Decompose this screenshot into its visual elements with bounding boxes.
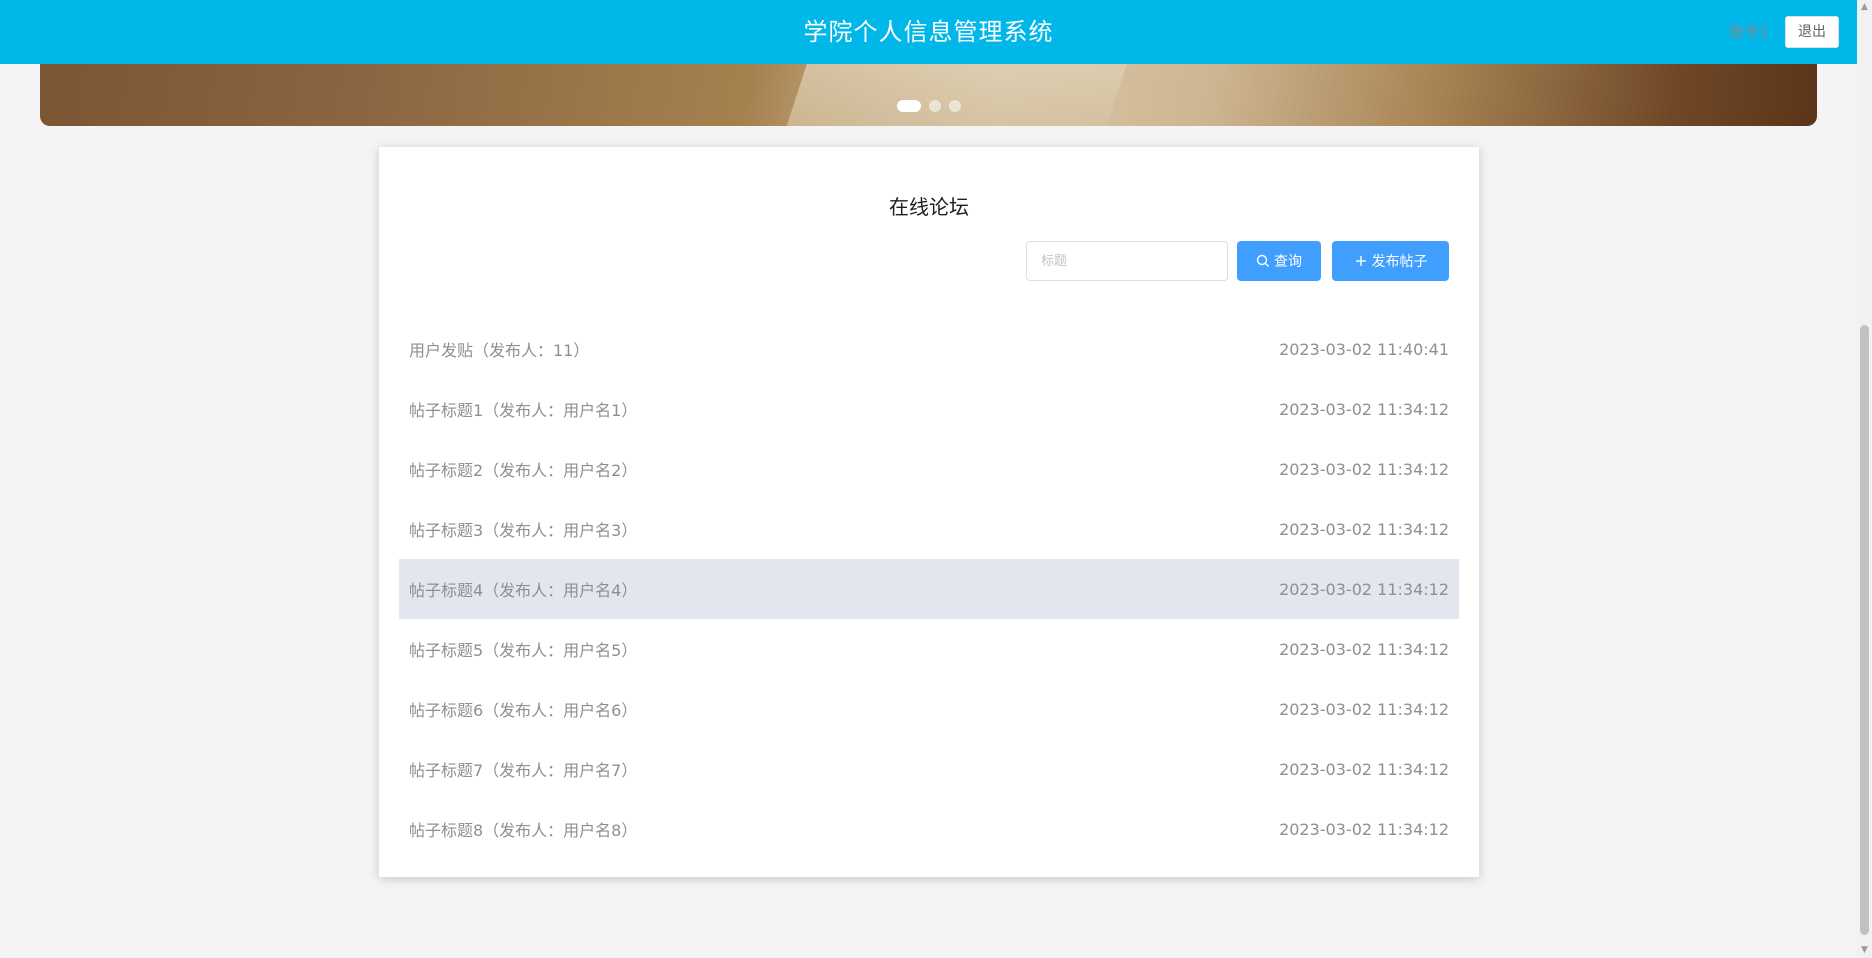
post-title: 帖子标题7（发布人：用户名7） [409,761,638,780]
carousel-dot-3[interactable] [949,100,961,112]
post-list: 用户发贴（发布人：11） 2023-03-02 11:40:41 帖子标题1（发… [399,319,1459,859]
post-time: 2023-03-02 11:34:12 [1279,639,1449,659]
search-icon [1256,254,1269,267]
post-item[interactable]: 帖子标题1（发布人：用户名1） 2023-03-02 11:34:12 [399,379,1459,439]
carousel-dot-1[interactable] [897,100,921,112]
app-title: 学院个人信息管理系统 [803,18,1054,46]
forum-title: 在线论坛 [889,195,969,219]
post-time: 2023-03-02 11:34:12 [1279,519,1449,539]
post-title: 帖子标题2（发布人：用户名2） [409,461,638,480]
post-item[interactable]: 用户发贴（发布人：11） 2023-03-02 11:40:41 [399,319,1459,379]
post-time: 2023-03-02 11:34:12 [1279,459,1449,479]
page-scrollbar[interactable]: ▲ ▼ [1857,0,1872,958]
post-title: 帖子标题1（发布人：用户名1） [409,401,638,420]
post-title: 帖子标题5（发布人：用户名5） [409,641,638,660]
scroll-down-arrow-icon[interactable]: ▼ [1857,943,1872,958]
post-item[interactable]: 帖子标题2（发布人：用户名2） 2023-03-02 11:34:12 [399,439,1459,499]
post-title: 帖子标题8（发布人：用户名8） [409,821,638,840]
search-button[interactable]: 查询 [1237,241,1321,281]
plus-icon [1355,256,1366,266]
publish-post-button[interactable]: 发布帖子 [1332,241,1449,281]
post-time: 2023-03-02 11:34:12 [1279,579,1449,599]
search-button-label: 查询 [1274,254,1302,270]
carousel-indicators [897,100,961,112]
post-item[interactable]: 帖子标题7（发布人：用户名7） 2023-03-02 11:34:12 [399,739,1459,799]
top-navbar: 学院个人信息管理系统 账号1 退出 [0,0,1857,64]
post-item-hovered[interactable]: 帖子标题4（发布人：用户名4） 2023-03-02 11:34:12 [399,559,1459,619]
scrollbar-thumb[interactable] [1860,325,1869,935]
carousel-dot-2[interactable] [929,100,941,112]
post-time: 2023-03-02 11:40:41 [1279,339,1449,359]
logout-button[interactable]: 退出 [1785,16,1839,48]
post-item[interactable]: 帖子标题8（发布人：用户名8） 2023-03-02 11:34:12 [399,799,1459,859]
post-title: 用户发贴（发布人：11） [409,341,590,360]
post-time: 2023-03-02 11:34:12 [1279,819,1449,839]
post-time: 2023-03-02 11:34:12 [1279,399,1449,419]
post-item[interactable]: 帖子标题6（发布人：用户名6） 2023-03-02 11:34:12 [399,679,1459,739]
post-title: 帖子标题4（发布人：用户名4） [409,581,638,600]
scroll-up-arrow-icon[interactable]: ▲ [1857,0,1872,15]
title-search-input[interactable] [1026,241,1228,281]
post-time: 2023-03-02 11:34:12 [1279,699,1449,719]
post-title: 帖子标题3（发布人：用户名3） [409,521,638,540]
post-time: 2023-03-02 11:34:12 [1279,759,1449,779]
forum-card: 在线论坛 查询 发布帖子 用户发贴（发布人：11） 2023-03-02 11:… [379,147,1479,877]
post-item[interactable]: 帖子标题5（发布人：用户名5） 2023-03-02 11:34:12 [399,619,1459,679]
account-name: 账号1 [1729,23,1769,41]
post-item[interactable]: 帖子标题3（发布人：用户名3） 2023-03-02 11:34:12 [399,499,1459,559]
post-title: 帖子标题6（发布人：用户名6） [409,701,638,720]
publish-post-label: 发布帖子 [1371,254,1428,270]
